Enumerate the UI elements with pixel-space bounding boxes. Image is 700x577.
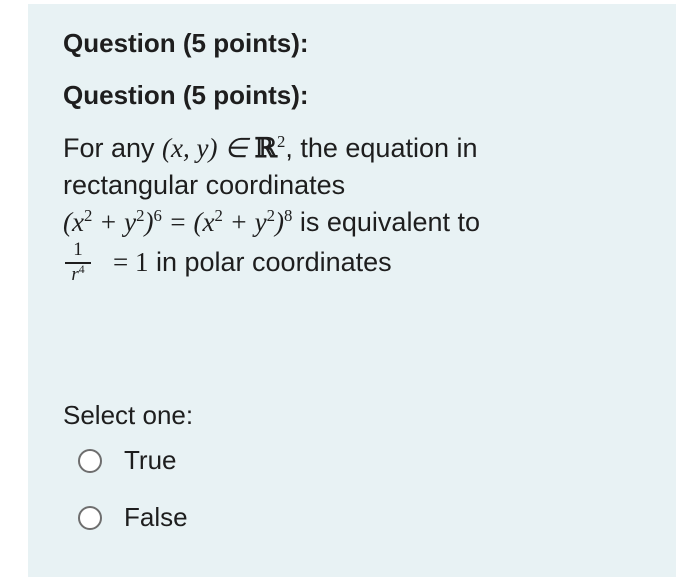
question-title-repeat: Question (5 points): xyxy=(63,80,309,110)
math-segment: = (x xyxy=(161,207,215,237)
math-real-symbol: ℝ xyxy=(254,133,277,164)
text-segment: in polar coordinates xyxy=(148,247,392,277)
math-exponent: 2 xyxy=(266,205,275,225)
math-exponent: 6 xyxy=(153,205,162,225)
question-text-line-2: rectangular coordinates xyxy=(63,170,346,200)
math-segment: + y xyxy=(222,207,267,237)
question-card: Question (5 points): Question (5 points)… xyxy=(28,4,676,577)
text-segment: For any xyxy=(63,133,163,163)
math-segment: ) xyxy=(275,207,284,237)
math-pair: (x, y) ∈ xyxy=(162,133,255,163)
question-text-line-4: 1 r4 = 1 in polar coordinates xyxy=(63,240,392,285)
fraction-denominator: r4 xyxy=(63,264,93,286)
option-true[interactable]: True xyxy=(76,445,296,481)
denominator-exponent: 4 xyxy=(78,262,85,276)
radio-button-icon[interactable] xyxy=(78,449,102,473)
select-one-label: Select one: xyxy=(63,400,194,430)
option-false[interactable]: False xyxy=(76,502,296,538)
denominator-variable: r xyxy=(71,264,79,285)
question-text-line-3: (x2 + y2)6 = (x2 + y2)8 is equivalent to xyxy=(63,206,480,238)
text-segment: , the equation in xyxy=(285,133,478,163)
option-label[interactable]: False xyxy=(124,502,188,533)
option-label[interactable]: True xyxy=(124,445,177,476)
math-segment: + y xyxy=(92,207,137,237)
math-fraction: 1 r4 xyxy=(63,240,103,286)
math-segment: (x xyxy=(63,207,84,237)
math-equals-one: = 1 xyxy=(113,247,149,277)
radio-button-icon[interactable] xyxy=(78,506,102,530)
question-text-line-1: For any (x, y) ∈ ℝ2, the equation in xyxy=(63,132,478,165)
fraction-numerator: 1 xyxy=(73,239,83,260)
math-exponent: 2 xyxy=(214,205,223,225)
question-title: Question (5 points): xyxy=(63,28,309,58)
text-segment: is equivalent to xyxy=(292,207,480,237)
